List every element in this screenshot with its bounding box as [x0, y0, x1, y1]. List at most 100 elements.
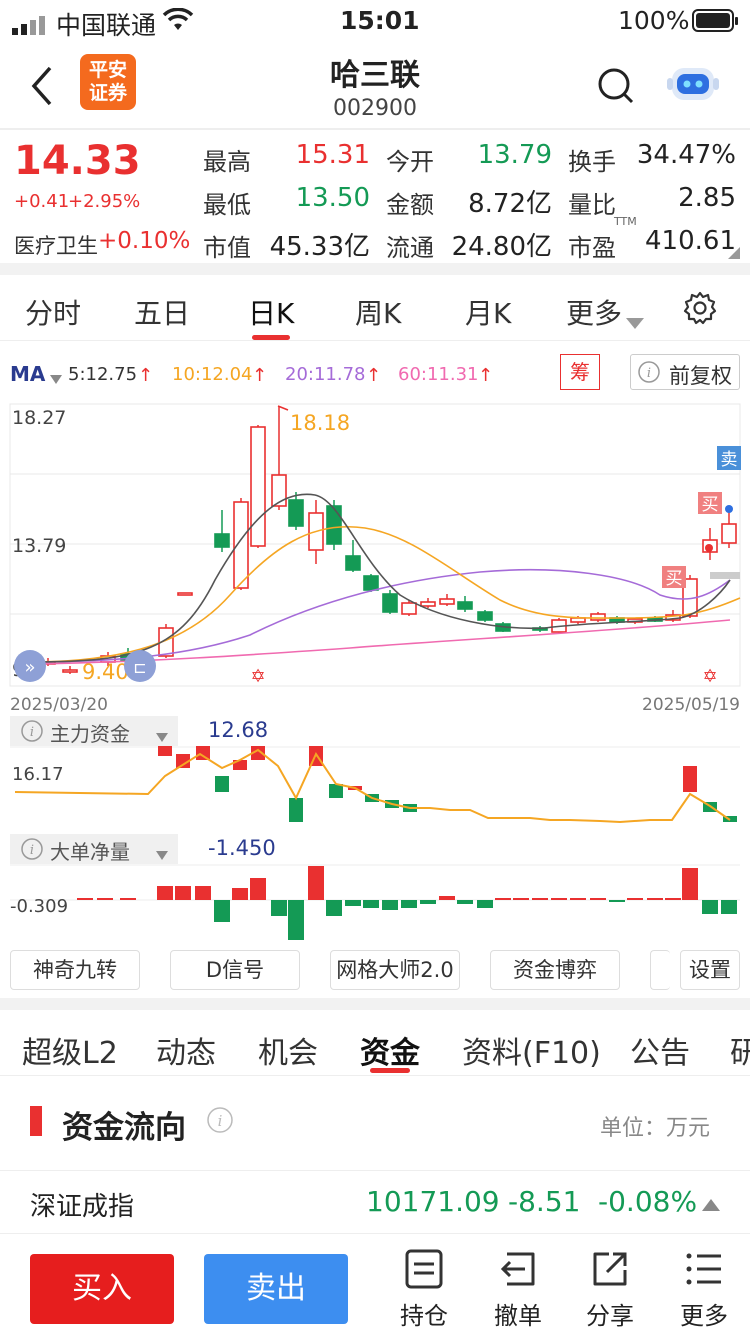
buy-tag[interactable]: 买 — [662, 566, 686, 589]
buy-tag[interactable]: 买 — [698, 492, 722, 515]
fund-bar — [215, 776, 229, 792]
svg-text:i: i — [218, 1112, 223, 1130]
mktcap-value: 45.33亿 — [269, 232, 370, 262]
gear-icon[interactable] — [682, 290, 718, 333]
ma10-value: 10:12.04 — [172, 364, 253, 385]
order-bar — [157, 886, 173, 900]
chip-distribution-button[interactable]: 筹 — [560, 354, 600, 390]
holdings-button[interactable]: 持仓 — [384, 1248, 464, 1331]
sell-tag[interactable]: 卖 — [717, 446, 741, 470]
fund-bar — [683, 766, 697, 792]
order-bar — [439, 896, 455, 900]
tab-opportunity[interactable]: 机会 — [258, 1028, 318, 1072]
ma5-up-arrow-icon: ↑ — [138, 365, 154, 386]
ma5-value: 5:12.75 — [68, 364, 138, 385]
amount-value: 8.72亿 — [468, 189, 552, 219]
order-bar — [532, 898, 548, 900]
order-bar — [232, 888, 248, 900]
tab-f10[interactable]: 资料(F10) — [462, 1028, 601, 1072]
share-button[interactable]: 分享 — [570, 1248, 650, 1331]
kline-max-label: 18.18 — [290, 411, 350, 435]
order-bar — [345, 900, 361, 906]
tab-weekly-k[interactable]: 周K — [355, 292, 401, 332]
order-bar — [682, 868, 698, 900]
tab-announcement[interactable]: 公告 — [630, 1028, 690, 1072]
undo-icon — [497, 1252, 539, 1296]
ma-label[interactable]: MA — [10, 362, 45, 386]
order-bar — [721, 900, 737, 914]
expand-corner-icon[interactable] — [728, 244, 740, 263]
ma60-value: 60:11.31 — [398, 364, 479, 385]
tab-monthly-k[interactable]: 月K — [465, 292, 511, 332]
scroll-marker-button[interactable]: ⊏ — [124, 650, 156, 682]
info-icon: i — [637, 360, 661, 388]
candle-body — [345, 555, 361, 571]
tab-more[interactable]: 更多 — [566, 292, 622, 332]
chevron-down-icon — [626, 304, 644, 337]
main-fund-line — [14, 748, 731, 824]
main-fund-axis: 16.17 — [12, 764, 64, 785]
fund-flow-unit: 单位：万元 — [600, 1116, 711, 1141]
adjust-button[interactable]: i 前复权 — [630, 354, 740, 390]
order-bar — [308, 866, 324, 900]
order-bar — [609, 900, 625, 902]
mktcap-label: 市值 — [203, 234, 251, 262]
open-label: 今开 — [386, 148, 434, 176]
fund-game-button[interactable]: 资金博弈 — [490, 950, 620, 990]
big-order-value: -1.450 — [208, 836, 276, 860]
last-price: 14.33 — [14, 138, 141, 184]
share-label: 分享 — [586, 1302, 634, 1330]
candle-body — [382, 593, 398, 613]
sector-label[interactable]: 医疗卫生 — [14, 230, 98, 260]
tab-news[interactable]: 动态 — [156, 1028, 216, 1072]
big-order-axis: -0.309 — [10, 896, 68, 917]
magic-nine-button[interactable]: 神奇九转 — [10, 950, 140, 990]
signal-icon — [12, 12, 50, 35]
order-bar — [363, 900, 379, 908]
grid-master-button[interactable]: 网格大师2.0 — [330, 950, 460, 990]
svg-text:»: » — [24, 657, 35, 678]
fund-bar — [329, 784, 343, 798]
index-name: 深证成指 — [30, 1192, 135, 1222]
tab-research[interactable]: 研 — [730, 1028, 750, 1072]
more-button[interactable]: 更多 — [664, 1248, 744, 1331]
order-bar — [647, 898, 663, 900]
candle-body — [250, 426, 266, 547]
low-value: 13.50 — [295, 183, 370, 213]
expand-up-icon[interactable] — [702, 1196, 720, 1215]
main-fund-selector[interactable]: i 主力资金 — [10, 716, 178, 746]
d-signal-button[interactable]: D信号 — [170, 950, 300, 990]
buy-button[interactable]: 买入 — [30, 1254, 174, 1324]
big-order-chart: -0.309 — [10, 864, 740, 940]
candle-body — [439, 598, 455, 605]
info-icon[interactable]: i — [206, 1106, 234, 1138]
partial-button[interactable] — [650, 950, 670, 990]
index-change: -8.51 — [508, 1185, 581, 1218]
candle-body — [420, 601, 436, 607]
svg-text:买: 买 — [666, 569, 683, 589]
signal-dot — [705, 544, 713, 552]
tab-super-l2[interactable]: 超级L2 — [22, 1028, 118, 1072]
turnover-label: 换手 — [568, 148, 616, 176]
robot-assistant-icon[interactable] — [664, 60, 722, 114]
sell-button[interactable]: 卖出 — [204, 1254, 348, 1324]
search-icon[interactable] — [596, 66, 636, 110]
tab-five-day[interactable]: 五日 — [134, 292, 190, 332]
cancel-order-button[interactable]: 撤单 — [478, 1248, 558, 1331]
main-fund-title: 主力资金 — [50, 722, 130, 746]
high-label: 最高 — [203, 148, 251, 176]
ma-dropdown-icon[interactable] — [50, 369, 62, 388]
candle-body — [326, 505, 342, 545]
tab-intraday[interactable]: 分时 — [25, 292, 81, 332]
settings-button[interactable]: 设置 — [680, 950, 740, 990]
main-fund-chart: 16.17 — [10, 746, 740, 824]
scroll-left-button[interactable]: » — [14, 650, 46, 682]
big-order-title: 大单净量 — [50, 840, 130, 864]
ma20-line — [29, 568, 731, 663]
kline-chart[interactable]: 18.27 13.79 9.3 18.18 9.40 2025/03/20 20… — [0, 400, 750, 716]
big-order-selector[interactable]: i 大单净量 — [10, 834, 178, 864]
tab-funds[interactable]: 资金 — [360, 1028, 420, 1072]
order-bar — [570, 898, 586, 900]
price-line-tag — [710, 572, 740, 579]
tab-daily-k[interactable]: 日K — [248, 292, 294, 332]
